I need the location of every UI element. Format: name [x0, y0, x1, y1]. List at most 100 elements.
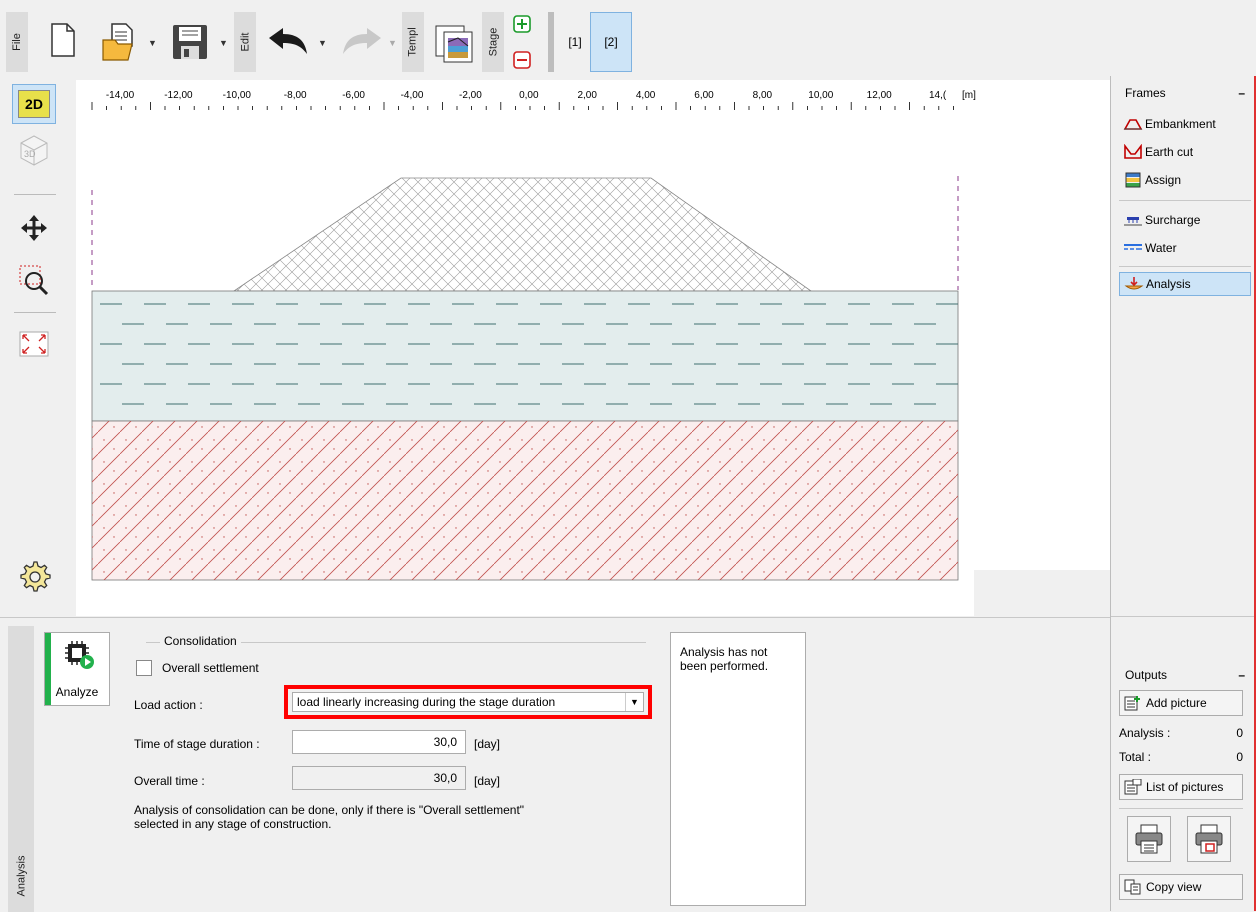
view-2d-button[interactable]: 2D [12, 84, 56, 124]
open-dropdown-icon[interactable]: ▼ [148, 38, 157, 48]
zoom-window-icon [19, 265, 49, 296]
templ-tab[interactable]: Templ [402, 12, 424, 72]
right-panel: Frames – Embankment Earth cut Assign Sur… [1110, 76, 1256, 911]
collapse-frames-icon[interactable]: – [1238, 86, 1245, 100]
print-preview-button[interactable] [1187, 816, 1231, 862]
ruler-tick-label: -10,00 [223, 90, 252, 101]
frame-surcharge[interactable]: Surcharge [1119, 208, 1251, 232]
settings-button[interactable] [12, 556, 56, 596]
total-count-value: 0 [1236, 750, 1243, 764]
analysis-panel: Analysis Analyze Consolidation Overall s… [0, 617, 1110, 912]
view-3d-button[interactable]: 3D [12, 130, 56, 170]
total-count-label: Total : [1119, 750, 1152, 764]
time-stage-label: Time of stage duration : [134, 737, 260, 751]
outputs-separator [1119, 808, 1243, 809]
add-stage-icon[interactable] [510, 12, 534, 36]
ruler-tick-label: 2,00 [577, 90, 597, 101]
print-button[interactable] [1127, 816, 1171, 862]
add-picture-label: Add picture [1146, 696, 1207, 710]
remove-stage-icon[interactable] [510, 48, 534, 72]
ruler-tick-label: -2,00 [459, 90, 482, 101]
redo-dropdown-icon: ▼ [388, 38, 397, 48]
move-arrows-icon [21, 215, 47, 241]
open-file-icon[interactable] [100, 22, 140, 62]
results-box: Analysis has not been performed. [670, 632, 806, 906]
ruler-tick-label: -14,00 [106, 90, 135, 101]
panel-separator [1111, 616, 1256, 617]
tool-separator [14, 312, 56, 313]
frame-embankment[interactable]: Embankment [1119, 112, 1251, 136]
svg-text:3D: 3D [24, 149, 36, 159]
view-2d-icon: 2D [18, 90, 50, 118]
water-icon [1124, 244, 1142, 250]
zoom-button[interactable] [12, 260, 56, 300]
ruler-tick-label: 10,00 [808, 90, 833, 101]
ruler-tick-label: -4,00 [401, 90, 424, 101]
cross-section-drawing: -14,00 -12,00 -10,00 -8,00 -6,00 -4,00 -2,00 0,… [76, 80, 1110, 616]
add-picture-button[interactable]: Add picture [1119, 690, 1243, 716]
frame-analysis[interactable]: Analysis [1119, 272, 1251, 296]
fit-view-button[interactable] [12, 324, 56, 364]
analysis-count-value: 0 [1236, 726, 1243, 740]
earth-cut-icon [1124, 144, 1142, 159]
stage-tab[interactable]: Stage [482, 12, 504, 72]
redo-icon[interactable] [338, 24, 386, 58]
stage-2-button[interactable]: [2] [590, 12, 632, 72]
ruler-tick-label: 6,00 [694, 90, 714, 101]
list-of-pictures-button[interactable]: List of pictures [1119, 774, 1243, 800]
view-toolbar: 2D 3D [0, 76, 76, 616]
frames-separator [1119, 266, 1251, 267]
view-3d-icon: 3D [20, 135, 48, 166]
overall-settlement-checkbox[interactable] [136, 660, 152, 676]
chevron-down-icon[interactable]: ▼ [625, 693, 643, 711]
overall-settlement-label: Overall settlement [162, 661, 259, 675]
ruler-tick-label: -8,00 [284, 90, 307, 101]
edit-tab[interactable]: Edit [234, 12, 256, 72]
analysis-icon [1124, 277, 1144, 290]
load-action-value: load linearly increasing during the stag… [297, 695, 556, 709]
load-action-select[interactable]: load linearly increasing during the stag… [292, 692, 644, 712]
ruler-tick-label: -12,00 [164, 90, 193, 101]
analyze-button[interactable]: Analyze [44, 632, 110, 706]
frame-earth-cut[interactable]: Earth cut [1119, 140, 1251, 164]
ruler-tick-label: 12,00 [867, 90, 892, 101]
new-file-icon[interactable] [48, 22, 78, 58]
consolidation-note-line1: Analysis of consolidation can be done, o… [134, 803, 525, 817]
frame-water[interactable]: Water [1119, 236, 1251, 260]
template-icon[interactable] [432, 22, 478, 66]
ruler-tick-label: 0,00 [519, 90, 539, 101]
consolidation-group-title: Consolidation [160, 634, 241, 648]
overall-time-unit: [day] [474, 774, 501, 788]
copy-view-label: Copy view [1146, 880, 1202, 894]
outputs-title: Outputs [1125, 668, 1168, 682]
collapse-outputs-icon[interactable]: – [1238, 668, 1245, 682]
save-icon[interactable] [168, 20, 212, 64]
analysis-side-tab[interactable]: Analysis [8, 626, 34, 912]
analyze-chip-icon [65, 641, 94, 669]
frame-label: Earth cut [1145, 145, 1194, 159]
undo-dropdown-icon[interactable]: ▼ [318, 38, 327, 48]
copy-view-icon [1124, 879, 1141, 895]
ruler-unit-label: [m] [962, 90, 976, 101]
tool-separator [14, 194, 56, 195]
save-dropdown-icon[interactable]: ▼ [219, 38, 228, 48]
frame-assign[interactable]: Assign [1119, 168, 1251, 192]
overall-time-label: Overall time : [134, 774, 205, 788]
printer-icon [1135, 824, 1163, 854]
outputs-header: Outputs – [1119, 664, 1251, 686]
gear-icon [20, 561, 51, 592]
pan-button[interactable] [12, 208, 56, 248]
list-of-pictures-label: List of pictures [1146, 780, 1224, 794]
undo-icon[interactable] [264, 24, 312, 58]
time-stage-input[interactable]: 30,0 [292, 730, 466, 754]
add-picture-icon [1124, 696, 1140, 711]
main-toolbar: File ▼ ▼ Edit ▼ ▼ Templ Stage [1] [2] [0, 0, 1256, 76]
analyze-label: Analyze [55, 685, 99, 699]
file-tab[interactable]: File [6, 12, 28, 72]
time-stage-unit: [day] [474, 737, 501, 751]
frames-header: Frames – [1119, 82, 1251, 104]
drawing-canvas[interactable]: -14,00 -12,00 -10,00 -8,00 -6,00 -4,00 -2,00 0,… [76, 80, 1110, 616]
copy-view-button[interactable]: Copy view [1119, 874, 1243, 900]
frame-label: Analysis [1146, 277, 1191, 291]
analysis-count-label: Analysis : [1119, 726, 1171, 740]
